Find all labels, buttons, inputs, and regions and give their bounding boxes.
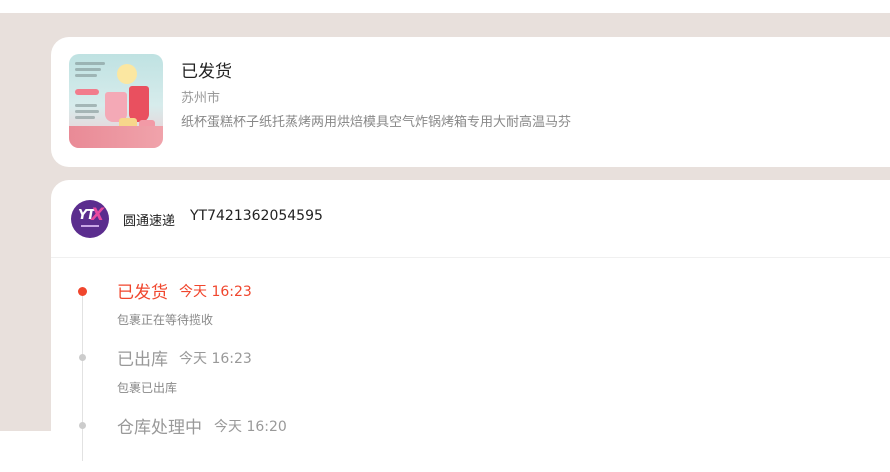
thumb-text-line	[75, 62, 105, 65]
thumb-text-line	[75, 104, 97, 107]
product-thumbnail-image[interactable]	[69, 54, 163, 148]
thumb-badge	[75, 89, 99, 95]
yto-logo-icon: YT X	[71, 200, 109, 238]
timeline-dot	[79, 422, 86, 429]
thumb-banner	[69, 126, 163, 148]
thumb-text-line	[75, 74, 97, 77]
thumb-decoration	[117, 64, 137, 84]
order-status-title: 已发货	[181, 62, 232, 82]
timeline-time: 今天 16:20	[214, 419, 287, 435]
divider	[51, 257, 890, 258]
timeline-time: 今天 16:23	[179, 284, 252, 300]
timeline-dot	[79, 354, 86, 361]
thumb-text-line	[75, 68, 101, 71]
tracking-number[interactable]: YT7421362054595	[190, 208, 323, 224]
timeline-status: 已出库	[117, 350, 168, 370]
order-city: 苏州市	[181, 91, 221, 106]
timeline-status: 仓库处理中	[117, 418, 202, 438]
product-name[interactable]: 纸杯蛋糕杯子纸托蒸烤两用烘焙模具空气炸锅烤箱专用大耐高温马芬	[181, 111, 571, 130]
thumb-text-line	[75, 116, 95, 119]
thumb-cup	[129, 86, 149, 122]
timeline-dot-active	[78, 287, 87, 296]
order-summary-card[interactable]: 已发货 苏州市 纸杯蛋糕杯子纸托蒸烤两用烘焙模具空气炸锅烤箱专用大耐高温马芬	[51, 37, 890, 167]
timeline-item: 已发货 今天 16:23 包裹正在等待揽收	[51, 276, 890, 336]
thumb-text-line	[75, 110, 99, 113]
timeline-description: 包裹已出库	[117, 381, 178, 395]
courier-name: 圆通速递	[123, 214, 176, 229]
timeline-description: 包裹正在等待揽收	[117, 313, 214, 327]
timeline-status: 已发货	[117, 283, 168, 303]
logistics-card: YT X 圆通速递 YT7421362054595 已发货 今天 16:23 包…	[51, 180, 890, 461]
timeline-item: 仓库处理中 今天 16:20	[51, 412, 890, 472]
timeline-item: 已出库 今天 16:23 包裹已出库	[51, 344, 890, 404]
timeline-time: 今天 16:23	[179, 351, 252, 367]
